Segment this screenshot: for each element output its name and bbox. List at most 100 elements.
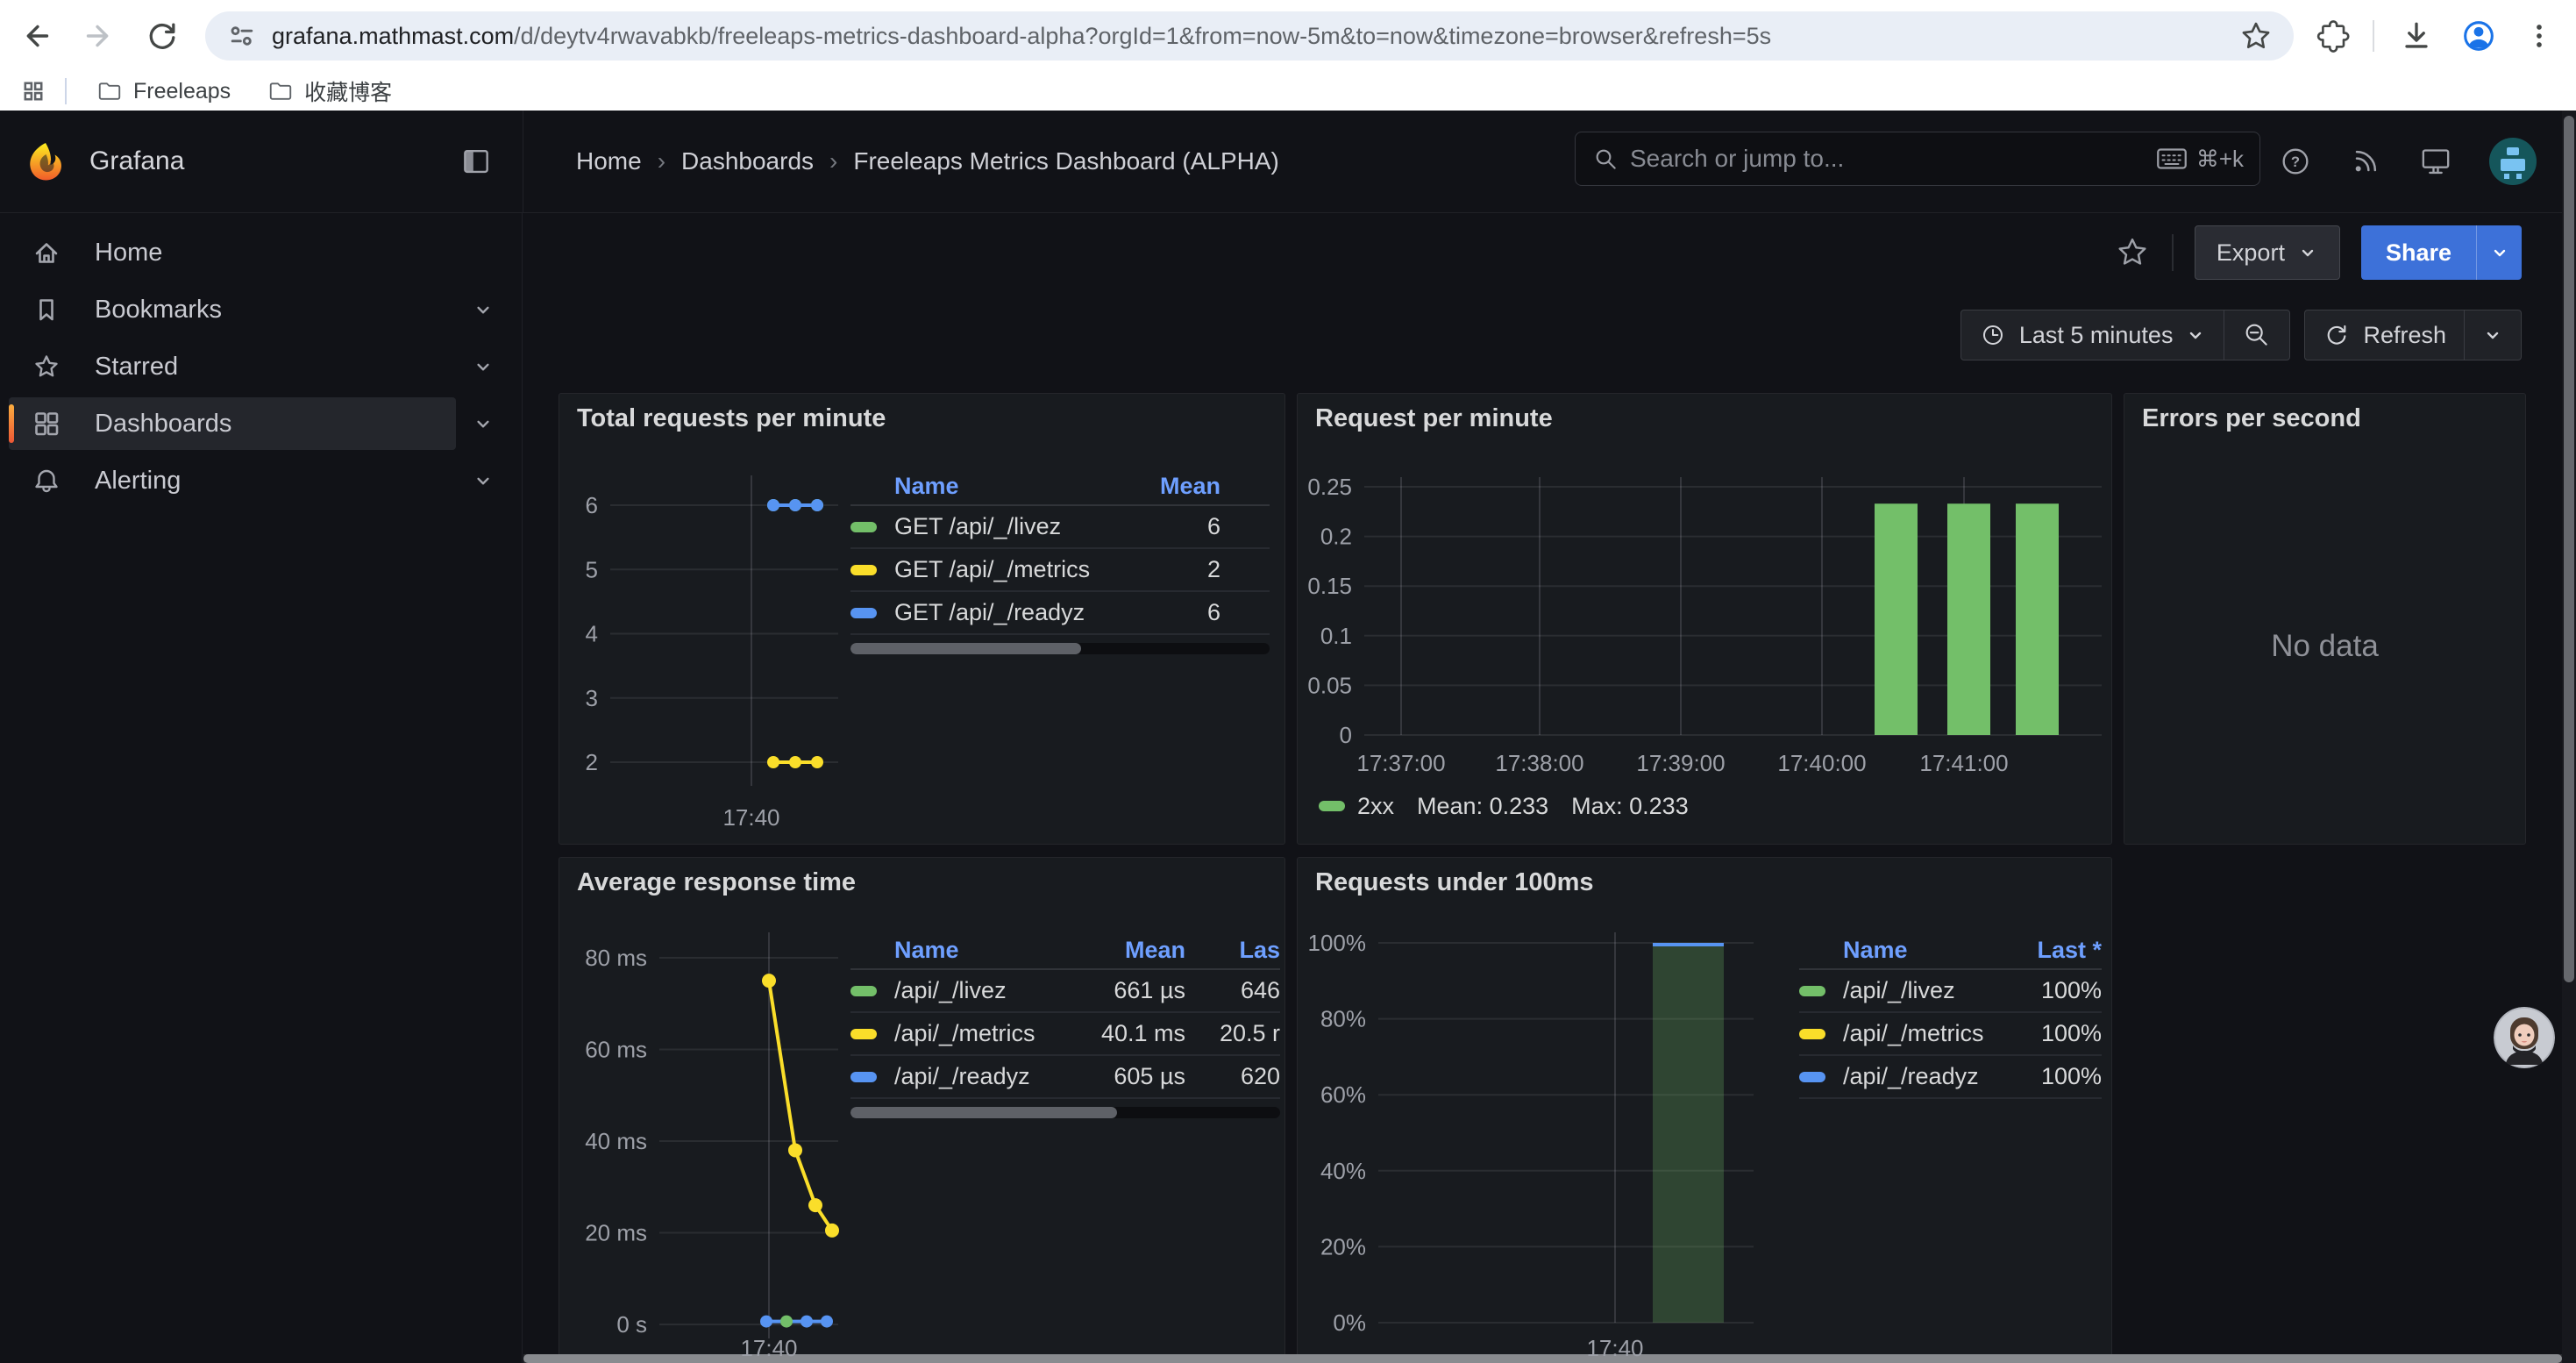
legend-table-scrollbar[interactable] [850,643,1270,654]
legend-header[interactable]: Last * [1996,937,2102,964]
chevron-down-icon [2482,325,2503,346]
extensions-icon[interactable] [2313,18,2350,54]
user-avatar[interactable] [2488,137,2537,186]
svg-text:3: 3 [586,685,598,711]
export-button[interactable]: Export [2195,225,2340,280]
address-bar[interactable]: grafana.mathmast.com/d/deytv4rwavabkb/fr… [205,11,2294,61]
refresh-interval-dropdown[interactable] [2464,310,2521,360]
breadcrumb-link[interactable]: Dashboards [681,147,814,175]
panel-title[interactable]: Errors per second [2142,404,2361,433]
series-name[interactable]: GET /api/_/metrics [894,556,1150,583]
zoom-out-icon [2242,320,2272,350]
series-color-pill [850,1029,894,1039]
legend-header[interactable]: Las [1210,937,1280,964]
sidebar-item-alerting[interactable]: Alerting [0,453,522,509]
bookmark-item[interactable]: Freeleaps [82,74,245,109]
svg-text:40%: 40% [1320,1158,1366,1184]
chevron-down-icon [2489,242,2510,263]
panel-title[interactable]: Total requests per minute [577,404,886,433]
breadcrumb-link[interactable]: Home [576,147,642,175]
legend-header[interactable]: Name [1843,937,1996,964]
svg-text:20 ms: 20 ms [585,1220,647,1246]
browser-back-button[interactable] [11,11,61,61]
refresh-button[interactable]: Refresh [2305,310,2464,360]
series-name[interactable]: /api/_/metrics [1843,1020,1996,1047]
series-color-pill [850,608,894,618]
breadcrumb-separator: › [829,147,837,175]
svg-text:100%: 100% [1308,930,1367,956]
legend-header[interactable]: Name [894,473,1150,500]
legend-header[interactable]: Mean [1150,473,1220,500]
series-name[interactable]: /api/_/livez [1843,977,1996,1004]
sidebar: HomeBookmarks Starred Dashboards Alerting [0,213,523,1363]
series-name[interactable]: GET /api/_/readyz [894,599,1150,626]
svg-text:0.1: 0.1 [1320,623,1352,649]
browser-menu-icon[interactable] [2522,18,2557,54]
sidebar-toggle-button[interactable] [459,145,493,178]
search-input[interactable]: Search or jump to... ⌘+k [1575,132,2260,186]
series-name[interactable]: /api/_/readyz [1843,1063,1996,1090]
bookmarks-divider [65,78,67,104]
chevron-down-icon[interactable] [472,469,495,492]
legend-header[interactable]: Name [894,937,1063,964]
scrollbar-thumb[interactable] [850,643,1081,654]
series-name[interactable]: /api/_/readyz [894,1063,1063,1090]
dashboard-main: Export Share Last 5 minutes [523,213,2576,1363]
panel-title[interactable]: Request per minute [1315,404,1553,433]
news-rss-icon[interactable] [2348,144,2383,179]
time-range-picker[interactable]: Last 5 minutes [1961,310,2224,360]
favorite-star-icon[interactable] [2114,234,2151,271]
browser-forward-button[interactable] [74,11,125,61]
sidebar-item-bookmarks[interactable]: Bookmarks [0,282,522,338]
site-info-icon[interactable] [224,18,260,54]
panel-title[interactable]: Average response time [577,868,856,897]
panel-title[interactable]: Requests under 100ms [1315,868,1594,897]
scrollbar-thumb[interactable] [2564,116,2574,982]
legend-header[interactable]: Mean [1063,937,1185,964]
series-name[interactable]: /api/_/livez [894,977,1063,1004]
series-name[interactable]: GET /api/_/livez [894,513,1150,540]
page-vertical-scrollbar[interactable] [2562,111,2576,1363]
zoom-out-button[interactable] [2224,310,2289,360]
monitor-icon[interactable] [2418,144,2453,179]
chevron-down-icon[interactable] [472,355,495,378]
series-name[interactable]: /api/_/metrics [894,1020,1063,1047]
avatar-image [2494,1007,2555,1068]
legend-header-row: NameLast * [1799,931,2102,970]
sidebar-item-label: Starred [95,353,178,382]
url-text: grafana.mathmast.com/d/deytv4rwavabkb/fr… [272,23,2238,50]
chevron-down-icon [2185,325,2206,346]
browser-reload-button[interactable] [137,11,188,61]
series-color-pill [850,1072,894,1082]
series-last: 100% [1996,1063,2102,1090]
bookmark-item[interactable]: 收藏博客 [253,71,406,111]
share-dropdown-button[interactable] [2476,225,2522,280]
apps-grid-button[interactable] [14,75,53,107]
bookmark-star-icon[interactable] [2238,18,2274,54]
toolbar-divider [2172,234,2174,271]
profile-icon[interactable] [2459,16,2499,56]
legend-item-2xx[interactable]: 2xx [1319,793,1394,820]
legend-table-scrollbar[interactable] [850,1107,1280,1118]
search-placeholder: Search or jump to... [1630,145,2156,173]
download-icon[interactable] [2397,17,2436,55]
legend-row: GET /api/_/metrics2 [850,549,1270,592]
panel-requests-under-100ms: Requests under 100ms 100%80%60%40%20%0%1… [1297,857,2112,1363]
grafana-logo[interactable] [25,140,67,182]
sidebar-item-dashboards[interactable]: Dashboards [0,396,522,452]
chevron-down-icon[interactable] [472,298,495,321]
floating-assistant-avatar[interactable] [2494,1007,2555,1068]
svg-text:17:40:00: 17:40:00 [1777,750,1866,776]
sidebar-item-starred[interactable]: Starred [0,339,522,395]
share-button[interactable]: Share [2361,225,2476,280]
sidebar-item-label: Dashboards [95,410,231,439]
series-last: 100% [1996,1020,2102,1047]
sidebar-item-home[interactable]: Home [0,225,522,281]
request-per-minute-chart[interactable]: 0.250.20.150.10.05017:37:0017:38:0017:39… [1298,394,2113,846]
svg-text:17:40: 17:40 [1586,1335,1643,1361]
dashboards-icon [32,409,61,439]
help-icon[interactable]: ? [2278,144,2313,179]
chevron-down-icon[interactable] [472,412,495,435]
refresh-label: Refresh [2363,322,2446,349]
scrollbar-thumb[interactable] [850,1107,1117,1118]
